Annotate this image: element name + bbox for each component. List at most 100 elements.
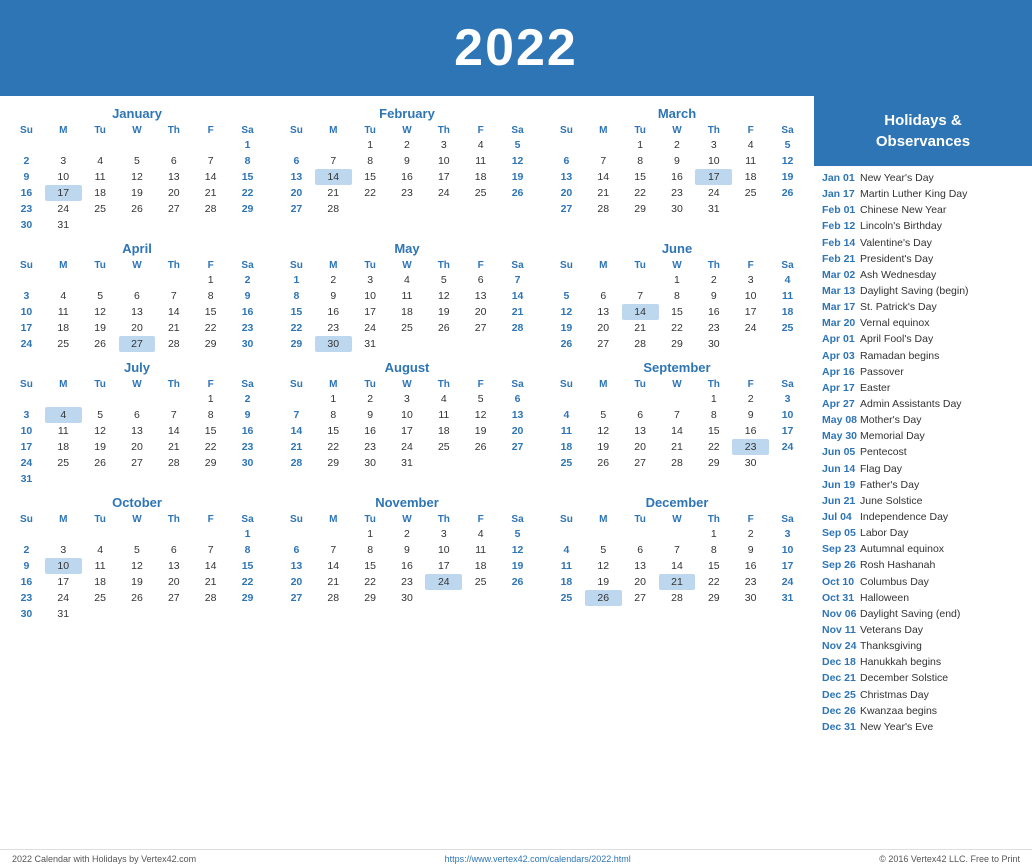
day-cell: 1 <box>229 526 266 542</box>
day-cell: 18 <box>425 423 462 439</box>
day-cell: 2 <box>352 391 389 407</box>
day-header: Th <box>425 513 462 526</box>
day-cell: 13 <box>622 558 659 574</box>
day-cell <box>389 201 426 217</box>
day-header: M <box>315 259 352 272</box>
day-cell: 1 <box>695 526 732 542</box>
day-cell: 19 <box>82 320 119 336</box>
day-cell: 25 <box>548 455 585 471</box>
holiday-name: Mother's Day <box>860 414 922 428</box>
day-cell: 2 <box>659 137 696 153</box>
holiday-date: Apr 16 <box>822 366 860 380</box>
day-cell: 4 <box>425 391 462 407</box>
day-cell <box>622 391 659 407</box>
holiday-date: Apr 17 <box>822 382 860 396</box>
day-cell <box>659 526 696 542</box>
holiday-name: Chinese New Year <box>860 204 946 218</box>
month-title: December <box>548 495 806 510</box>
day-cell: 29 <box>352 590 389 606</box>
day-cell: 20 <box>155 185 192 201</box>
holiday-date: Apr 27 <box>822 398 860 412</box>
day-cell: 27 <box>499 439 536 455</box>
day-cell <box>769 336 806 352</box>
day-header: Tu <box>352 259 389 272</box>
day-cell: 3 <box>732 272 769 288</box>
day-cell <box>82 217 119 233</box>
day-cell: 20 <box>548 185 585 201</box>
day-cell: 7 <box>192 542 229 558</box>
day-header: F <box>462 259 499 272</box>
day-cell <box>119 272 156 288</box>
day-cell: 16 <box>8 185 45 201</box>
day-cell: 28 <box>659 455 696 471</box>
day-cell: 4 <box>548 542 585 558</box>
calendar-area: JanuarySuMTuWThFSa1234567891011121314151… <box>0 96 814 849</box>
holiday-item: Nov 06Daylight Saving (end) <box>822 608 1024 622</box>
holiday-item: Oct 10Columbus Day <box>822 576 1024 590</box>
day-cell: 19 <box>119 574 156 590</box>
holiday-item: Sep 26Rosh Hashanah <box>822 559 1024 573</box>
day-cell: 11 <box>45 304 82 320</box>
day-cell: 26 <box>425 320 462 336</box>
day-cell: 10 <box>425 153 462 169</box>
day-cell <box>769 455 806 471</box>
day-cell: 4 <box>45 288 82 304</box>
day-cell: 29 <box>695 590 732 606</box>
holiday-name: St. Patrick's Day <box>860 301 937 315</box>
month-table: SuMTuWThFSa12345678910111213141516171819… <box>8 259 266 352</box>
day-header: Su <box>278 259 315 272</box>
day-cell: 30 <box>315 336 352 352</box>
day-cell: 9 <box>389 153 426 169</box>
day-cell: 17 <box>732 304 769 320</box>
day-header: Su <box>8 259 45 272</box>
holiday-date: Dec 18 <box>822 656 860 670</box>
day-cell: 19 <box>585 439 622 455</box>
day-header: Sa <box>499 124 536 137</box>
day-cell: 11 <box>548 423 585 439</box>
day-cell: 10 <box>769 542 806 558</box>
day-header: W <box>389 513 426 526</box>
day-cell: 28 <box>585 201 622 217</box>
day-cell: 9 <box>732 542 769 558</box>
day-header: W <box>659 513 696 526</box>
day-cell: 14 <box>155 304 192 320</box>
day-header: Sa <box>769 259 806 272</box>
day-cell: 21 <box>192 574 229 590</box>
day-cell: 16 <box>389 169 426 185</box>
day-cell: 6 <box>462 272 499 288</box>
day-cell <box>622 526 659 542</box>
day-cell: 12 <box>499 153 536 169</box>
day-cell <box>462 455 499 471</box>
holiday-name: Vernal equinox <box>860 317 929 331</box>
day-header: M <box>315 378 352 391</box>
day-cell: 28 <box>659 590 696 606</box>
day-cell: 13 <box>278 169 315 185</box>
day-cell: 26 <box>499 574 536 590</box>
day-cell: 22 <box>695 439 732 455</box>
holiday-name: New Year's Eve <box>860 721 933 735</box>
day-cell: 20 <box>119 320 156 336</box>
day-cell <box>155 526 192 542</box>
holiday-name: Memorial Day <box>860 430 925 444</box>
day-cell: 4 <box>82 153 119 169</box>
day-cell: 29 <box>229 590 266 606</box>
day-cell: 7 <box>192 153 229 169</box>
day-cell: 7 <box>315 153 352 169</box>
month-table: SuMTuWThFSa12345678910111213141516171819… <box>548 124 806 217</box>
holiday-date: Jun 21 <box>822 495 860 509</box>
day-cell: 1 <box>192 391 229 407</box>
holiday-name: Columbus Day <box>860 576 929 590</box>
day-cell <box>585 391 622 407</box>
day-header: Su <box>548 513 585 526</box>
day-cell: 4 <box>732 137 769 153</box>
day-cell <box>82 137 119 153</box>
holiday-date: Dec 21 <box>822 672 860 686</box>
day-cell <box>732 201 769 217</box>
day-cell <box>425 201 462 217</box>
day-cell: 5 <box>585 542 622 558</box>
day-cell: 13 <box>622 423 659 439</box>
day-header: M <box>585 259 622 272</box>
day-header: W <box>659 124 696 137</box>
day-header: Su <box>8 124 45 137</box>
day-cell <box>548 526 585 542</box>
